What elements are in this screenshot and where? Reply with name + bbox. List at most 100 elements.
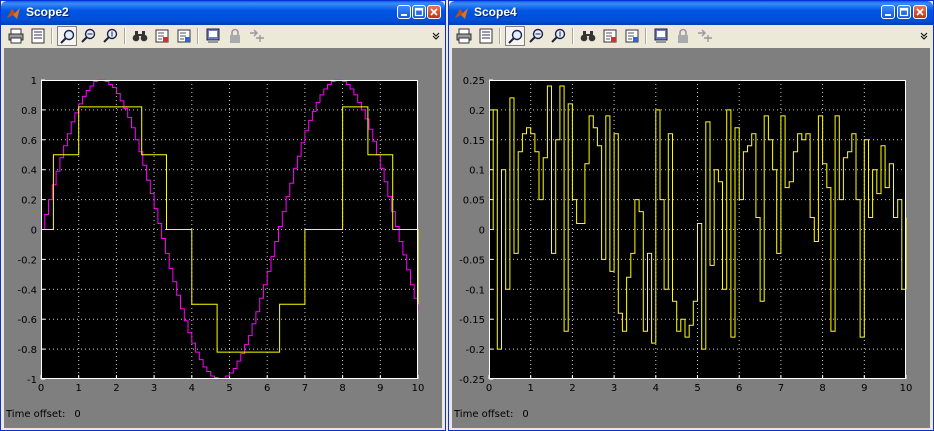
time-offset: Time offset: 0 bbox=[6, 409, 81, 420]
y-tick-label: 0 bbox=[31, 226, 37, 237]
x-tick-label: 1 bbox=[528, 383, 534, 394]
y-tick-label: 0.05 bbox=[463, 196, 485, 207]
maximize-button[interactable] bbox=[897, 5, 911, 19]
time-offset-value: 0 bbox=[74, 409, 81, 420]
y-tick-label: -0.8 bbox=[17, 345, 37, 356]
zoom-x-button[interactable] bbox=[527, 26, 547, 46]
x-tick-label: 8 bbox=[339, 383, 345, 394]
x-tick-label: 3 bbox=[611, 383, 617, 394]
zoom-icon bbox=[508, 29, 523, 44]
restore-axes-button[interactable] bbox=[622, 26, 642, 46]
x-tick-label: 0 bbox=[486, 383, 492, 394]
y-tick-label: 1 bbox=[31, 76, 37, 87]
x-tick-label: 8 bbox=[819, 383, 825, 394]
zoom-icon bbox=[60, 29, 75, 44]
toolbar-separator bbox=[51, 28, 53, 44]
signal-selection-button[interactable] bbox=[247, 26, 267, 46]
x-tick-label: 2 bbox=[569, 383, 575, 394]
y-tick-label: -0.15 bbox=[459, 315, 485, 326]
y-tick-label: -0.2 bbox=[465, 345, 485, 356]
toolbar bbox=[4, 25, 442, 47]
zoom-y-icon bbox=[551, 28, 566, 43]
save-axes-icon bbox=[603, 29, 617, 43]
parameters-button[interactable] bbox=[28, 26, 48, 46]
minimize-button[interactable] bbox=[881, 5, 895, 19]
maximize-icon bbox=[899, 7, 909, 17]
y-tick-label: -0.05 bbox=[459, 255, 485, 266]
signal-selection-icon bbox=[698, 29, 712, 42]
zoom-button[interactable] bbox=[505, 26, 525, 46]
floating-scope-button[interactable] bbox=[203, 26, 223, 46]
y-tick-label: 0.8 bbox=[21, 106, 37, 117]
toolbar-separator bbox=[499, 28, 501, 44]
plot-area: 0 1 2 3 4 5 6 7 8 9 10 1 0.8 0.6 0.4 0.2 0 -0.2 -0.4 -0.6 -0… bbox=[4, 48, 442, 428]
toolbar-separator bbox=[645, 28, 647, 44]
minimize-button[interactable] bbox=[397, 5, 411, 19]
x-tick-label: 6 bbox=[736, 383, 742, 394]
y-tick-label: -0.6 bbox=[17, 315, 37, 326]
floating-scope-button[interactable] bbox=[651, 26, 671, 46]
lock-axes-button[interactable] bbox=[673, 26, 693, 46]
autoscale-icon bbox=[580, 31, 596, 42]
y-tick-label: -1 bbox=[27, 375, 37, 386]
print-button[interactable] bbox=[454, 26, 474, 46]
time-offset-label: Time offset: bbox=[454, 409, 514, 420]
toolbar-options-icon[interactable] bbox=[920, 30, 928, 40]
floating-scope-icon bbox=[206, 28, 220, 43]
parameters-button[interactable] bbox=[476, 26, 496, 46]
close-button[interactable] bbox=[913, 5, 927, 19]
x-tick-label: 10 bbox=[900, 383, 913, 394]
time-offset: Time offset: 0 bbox=[454, 409, 529, 420]
close-button[interactable] bbox=[427, 5, 441, 19]
signal-selection-button[interactable] bbox=[695, 26, 715, 46]
scope4-window: Scope4 0 1 2 3 4 5 6 7 8 9 10 0.25 0.2 0… bbox=[448, 0, 934, 431]
x-tick-label: 7 bbox=[302, 383, 308, 394]
zoom-y-button[interactable] bbox=[101, 26, 121, 46]
signal-selection-icon bbox=[250, 29, 264, 42]
close-icon bbox=[916, 8, 924, 16]
x-tick-label: 9 bbox=[377, 383, 383, 394]
lock-axes-button[interactable] bbox=[225, 26, 245, 46]
restore-axes-button[interactable] bbox=[174, 26, 194, 46]
save-axes-button[interactable] bbox=[152, 26, 172, 46]
y-tick-label: -0.4 bbox=[17, 285, 37, 296]
print-icon bbox=[456, 28, 472, 44]
x-tick-label: 2 bbox=[113, 383, 119, 394]
autoscale-button[interactable] bbox=[578, 26, 598, 46]
window-title: Scope2 bbox=[26, 5, 69, 19]
y-tick-label: 0.2 bbox=[21, 196, 37, 207]
autoscale-icon bbox=[132, 31, 148, 42]
toolbar-separator bbox=[572, 28, 574, 44]
y-tick-label: 0.15 bbox=[463, 136, 485, 147]
maximize-button[interactable] bbox=[412, 5, 426, 19]
autoscale-button[interactable] bbox=[130, 26, 150, 46]
matlab-icon bbox=[7, 8, 20, 19]
y-tick-label: -0.1 bbox=[465, 285, 485, 296]
scope2-axes[interactable]: 0 1 2 3 4 5 6 7 8 9 10 1 0.8 0.6 0.4 0.2 0 -0.2 -0.4 -0.6 -0… bbox=[4, 48, 442, 429]
x-tick-label: 10 bbox=[412, 383, 425, 394]
zoom-x-button[interactable] bbox=[79, 26, 99, 46]
time-offset-value: 0 bbox=[522, 409, 529, 420]
y-tick-label: 0 bbox=[479, 226, 485, 237]
matlab-icon bbox=[455, 8, 468, 19]
print-button[interactable] bbox=[6, 26, 26, 46]
lock-icon bbox=[678, 28, 688, 43]
zoom-button[interactable] bbox=[57, 26, 77, 46]
x-tick-label: 3 bbox=[151, 383, 157, 394]
parameters-icon bbox=[31, 28, 45, 44]
toolbar-options-icon[interactable] bbox=[432, 30, 440, 40]
title-bar[interactable]: Scope2 bbox=[1, 1, 445, 25]
zoom-x-icon bbox=[81, 28, 96, 43]
title-bar[interactable]: Scope4 bbox=[449, 1, 933, 25]
save-axes-button[interactable] bbox=[600, 26, 620, 46]
toolbar-separator bbox=[124, 28, 126, 44]
x-tick-label: 6 bbox=[264, 383, 270, 394]
x-tick-label: 4 bbox=[653, 383, 659, 394]
scope4-axes[interactable]: 0 1 2 3 4 5 6 7 8 9 10 0.25 0.2 0.15 0.1 0.05 0 -0.05 -0.1… bbox=[452, 48, 930, 429]
parameters-icon bbox=[479, 28, 493, 44]
zoom-y-button[interactable] bbox=[549, 26, 569, 46]
maximize-icon bbox=[414, 7, 424, 17]
save-axes-icon bbox=[155, 29, 169, 43]
minimize-icon bbox=[885, 14, 891, 16]
minimize-icon bbox=[401, 14, 407, 16]
